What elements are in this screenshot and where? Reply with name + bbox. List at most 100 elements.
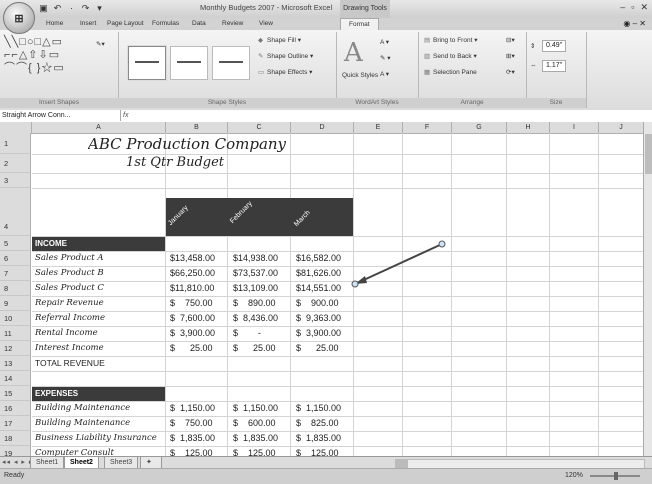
cell-value[interactable]: $81,626.00 [296, 268, 341, 278]
column-header-g[interactable]: G [452, 122, 507, 134]
vertical-scrollbar[interactable] [643, 122, 652, 456]
zoom-level[interactable]: 120% [565, 472, 583, 479]
straight-arrow-connector[interactable] [350, 236, 450, 291]
row-label[interactable]: Business Liability Insurance [35, 433, 165, 443]
row-header-12[interactable]: 12 [0, 341, 31, 356]
scroll-thumb[interactable] [396, 460, 408, 468]
column-header-i[interactable]: I [550, 122, 599, 134]
column-header-j[interactable]: J [599, 122, 643, 134]
cell-value[interactable]: $13,458.00 [170, 253, 215, 263]
row-header-1[interactable]: 1 [0, 133, 31, 154]
row-label[interactable]: Building Maintenance [35, 403, 130, 413]
cell-value[interactable]: $13,109.00 [233, 283, 278, 293]
column-header-e[interactable]: E [354, 122, 403, 134]
cell-value[interactable]: $ 1,835.00 [296, 433, 341, 443]
tab-view[interactable]: View [259, 20, 273, 27]
row-header-4[interactable]: 4 [0, 188, 31, 236]
cell-value[interactable]: $ 9,363.00 [296, 313, 341, 323]
total-revenue-label[interactable]: TOTAL REVENUE [35, 358, 105, 368]
row-header-8[interactable]: 8 [0, 281, 31, 296]
row-label[interactable]: Rental Income [35, 328, 98, 338]
quick-styles-button[interactable]: Quick Styles [342, 72, 378, 79]
cell-value[interactable]: $ 25.00 [296, 343, 339, 353]
cell-value[interactable]: $ 750.00 [170, 298, 213, 308]
column-header-b[interactable]: B [166, 122, 228, 134]
cell-value[interactable]: $ - [233, 328, 261, 338]
row-header-6[interactable]: 6 [0, 251, 31, 266]
zoom-slider-knob[interactable] [614, 472, 618, 480]
cell-value[interactable]: $ 125.00 [233, 448, 276, 456]
column-header-f[interactable]: F [403, 122, 452, 134]
column-header-h[interactable]: H [507, 122, 550, 134]
cell-value[interactable]: $ 900.00 [296, 298, 339, 308]
shape-effects-button[interactable]: ▭ Shape Effects ▾ [258, 68, 312, 76]
shape-style-2[interactable] [170, 46, 208, 80]
row-header-19[interactable]: 19 [0, 446, 31, 456]
row-label[interactable]: Interest Income [35, 343, 104, 353]
redo-icon[interactable]: ↷ [80, 3, 91, 14]
row-label[interactable]: Building Maintenance [35, 418, 130, 428]
selection-pane-button[interactable]: ▦ Selection Pane [424, 68, 477, 76]
row-header-5[interactable]: 5 [0, 236, 31, 251]
bring-to-front-button[interactable]: ▤ Bring to Front ▾ [424, 36, 477, 44]
column-header-c[interactable]: C [228, 122, 291, 134]
cell-value[interactable]: $14,938.00 [233, 253, 278, 263]
cell-value[interactable]: $ 1,150.00 [296, 403, 341, 413]
fx-icon[interactable]: fx [123, 110, 128, 121]
column-header-d[interactable]: D [291, 122, 354, 134]
cell-value[interactable]: $ 7,600.00 [170, 313, 215, 323]
text-effects-icon[interactable]: A ▾ [380, 70, 389, 78]
cell-value[interactable]: $ 750.00 [170, 418, 213, 428]
row-header-3[interactable]: 3 [0, 173, 31, 188]
row-header-14[interactable]: 14 [0, 371, 31, 386]
undo-icon[interactable]: ↶ [52, 3, 63, 14]
cell-value[interactable]: $ 1,835.00 [233, 433, 278, 443]
shapes-gallery[interactable]: ╲╲□○□△▭ ⌐⌐△⇧⇩▭ ⌒⌒{ }☆▭ [4, 36, 65, 75]
cell-value[interactable]: $ 125.00 [296, 448, 339, 456]
handle-end-icon[interactable] [438, 240, 446, 248]
row-header-13[interactable]: 13 [0, 356, 31, 371]
row-label[interactable]: Sales Product C [35, 283, 104, 293]
scroll-thumb[interactable] [645, 134, 652, 174]
cell-value[interactable]: $ 125.00 [170, 448, 213, 456]
tab-insert[interactable]: Insert [80, 20, 96, 27]
tab-page-layout[interactable]: Page Layout [107, 20, 144, 27]
shape-outline-button[interactable]: ✎ Shape Outline ▾ [258, 52, 313, 60]
edit-shape-icon[interactable]: ✎▾ [96, 40, 105, 48]
row-label[interactable]: Referral Income [35, 313, 105, 323]
text-fill-icon[interactable]: A ▾ [380, 38, 389, 46]
cell-value[interactable]: $ 1,150.00 [233, 403, 278, 413]
row-header-16[interactable]: 16 [0, 401, 31, 416]
row-label[interactable]: Computer Consult [35, 448, 114, 456]
cell-value[interactable]: $ 1,150.00 [170, 403, 215, 413]
customize-qat-icon[interactable]: ▾ [94, 3, 105, 14]
worksheet-grid[interactable]: A B C D E F G H I J 1 2 3 4 5 6 7 8 9 10… [0, 122, 643, 456]
cell-value[interactable]: $ 3,900.00 [170, 328, 215, 338]
cell-value[interactable]: $ 8,436.00 [233, 313, 278, 323]
quick-styles-icon[interactable]: A [344, 38, 363, 68]
shape-width-input[interactable]: 1.17" [542, 60, 567, 72]
cell-value[interactable]: $ 890.00 [233, 298, 276, 308]
send-to-back-button[interactable]: ▥ Send to Back ▾ [424, 52, 477, 60]
tab-formulas[interactable]: Formulas [152, 20, 179, 27]
rotate-icon[interactable]: ⟳▾ [506, 68, 515, 76]
cell-value[interactable]: $ 25.00 [170, 343, 213, 353]
maximize-icon[interactable]: ▫ [631, 2, 634, 13]
tab-home[interactable]: Home [46, 20, 63, 27]
cell-value[interactable]: $ 825.00 [296, 418, 339, 428]
cell-value[interactable]: $ 600.00 [233, 418, 276, 428]
align-icon[interactable]: ⊟▾ [506, 36, 515, 44]
cell-value[interactable]: $73,537.00 [233, 268, 278, 278]
column-header-a[interactable]: A [32, 122, 166, 134]
cell-value[interactable]: $ 3,900.00 [296, 328, 341, 338]
handle-start-icon[interactable] [351, 280, 359, 288]
save-icon[interactable]: ▣ [38, 3, 49, 14]
row-header-9[interactable]: 9 [0, 296, 31, 311]
row-header-15[interactable]: 15 [0, 386, 31, 401]
shape-style-1[interactable] [128, 46, 166, 80]
row-header-7[interactable]: 7 [0, 266, 31, 281]
close-icon[interactable]: ✕ [640, 2, 648, 13]
row-header-17[interactable]: 17 [0, 416, 31, 431]
cell-value[interactable]: $14,551.00 [296, 283, 341, 293]
cell-value[interactable]: $ 1,835.00 [170, 433, 215, 443]
